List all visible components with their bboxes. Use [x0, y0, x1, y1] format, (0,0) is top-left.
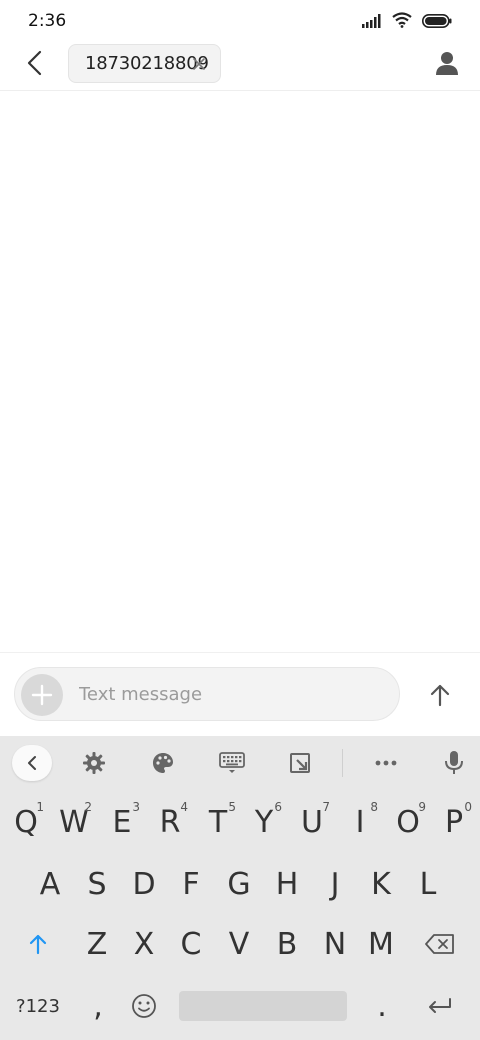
symbols-key[interactable]: ?123	[12, 980, 64, 1032]
key-o[interactable]: O9	[386, 796, 430, 848]
signal-icon	[362, 13, 382, 32]
settings-button[interactable]	[74, 746, 114, 780]
palette-icon	[153, 753, 173, 773]
resize-icon	[290, 753, 310, 773]
toolbar-divider	[342, 749, 343, 777]
key-a[interactable]: A	[28, 858, 72, 910]
collapse-toolbar-button[interactable]	[12, 745, 52, 781]
key-k[interactable]: K	[359, 858, 403, 910]
keyboard-toolbar	[0, 736, 480, 788]
microphone-icon	[445, 751, 463, 774]
emoji-icon	[132, 994, 156, 1018]
status-bar: 2:36	[0, 0, 480, 44]
backspace-icon	[425, 934, 454, 954]
key-p[interactable]: P0	[432, 796, 476, 848]
resize-keyboard-button[interactable]	[280, 746, 320, 780]
key-d[interactable]: D	[122, 858, 166, 910]
more-options-button[interactable]	[366, 746, 406, 780]
key-j[interactable]: J	[313, 858, 357, 910]
close-icon	[193, 58, 205, 70]
back-button[interactable]	[18, 48, 52, 82]
chevron-left-icon	[28, 756, 36, 770]
gear-icon	[83, 752, 105, 774]
add-contact-button[interactable]	[430, 48, 464, 82]
conversation-header: 18730218809	[0, 44, 480, 91]
enter-key[interactable]	[418, 980, 462, 1032]
status-icons	[362, 12, 452, 32]
battery-icon	[422, 13, 452, 32]
contact-icon	[436, 51, 458, 79]
keyboard-layout-button[interactable]	[212, 746, 252, 780]
key-n[interactable]: N	[313, 918, 357, 970]
emoji-key[interactable]	[122, 980, 166, 1032]
theme-button[interactable]	[143, 746, 183, 780]
send-button[interactable]	[420, 675, 460, 715]
key-h[interactable]: H	[265, 858, 309, 910]
wifi-icon	[392, 12, 412, 32]
enter-arrow-icon	[429, 998, 451, 1013]
key-l[interactable]: L	[406, 858, 450, 910]
shift-key[interactable]	[16, 918, 60, 970]
compose-bar	[0, 652, 480, 736]
recipient-chip[interactable]: 18730218809	[68, 44, 221, 83]
shift-arrow-icon	[29, 934, 47, 955]
key-b[interactable]: B	[265, 918, 309, 970]
key-u[interactable]: U7	[290, 796, 334, 848]
back-arrow-icon	[26, 50, 44, 80]
key-f[interactable]: F	[169, 858, 213, 910]
key-v[interactable]: V	[217, 918, 261, 970]
more-icon	[375, 760, 397, 766]
key-x[interactable]: X	[122, 918, 166, 970]
attach-button[interactable]	[21, 674, 63, 716]
send-arrow-icon	[430, 684, 450, 707]
plus-icon	[31, 684, 53, 706]
compose-field	[14, 667, 400, 721]
period-key[interactable]: .	[360, 980, 404, 1032]
key-r[interactable]: R4	[148, 796, 192, 848]
key-y[interactable]: Y6	[242, 796, 286, 848]
status-time: 2:36	[28, 11, 67, 31]
backspace-key[interactable]	[418, 918, 462, 970]
key-q[interactable]: Q1	[4, 796, 48, 848]
key-c[interactable]: C	[169, 918, 213, 970]
key-w[interactable]: W2	[52, 796, 96, 848]
voice-input-button[interactable]	[434, 746, 474, 780]
key-i[interactable]: I8	[338, 796, 382, 848]
key-e[interactable]: E3	[100, 796, 144, 848]
key-g[interactable]: G	[217, 858, 261, 910]
message-input[interactable]	[79, 678, 379, 710]
soft-keyboard: Q1 W2 E3 R4 T5 Y6 U7 I8 O9 P0 A S D F G …	[0, 736, 480, 1040]
comma-key[interactable]: ,	[76, 980, 120, 1032]
keyboard-icon	[219, 752, 245, 773]
key-m[interactable]: M	[359, 918, 403, 970]
remove-recipient-button[interactable]	[190, 55, 208, 73]
key-s[interactable]: S	[75, 858, 119, 910]
key-z[interactable]: Z	[75, 918, 119, 970]
message-list[interactable]	[0, 92, 480, 652]
key-t[interactable]: T5	[196, 796, 240, 848]
space-bar[interactable]	[179, 991, 347, 1021]
